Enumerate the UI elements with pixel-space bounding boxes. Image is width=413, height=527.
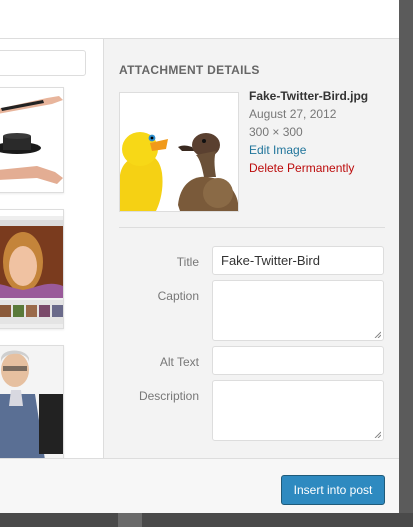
ducks-image [120, 93, 238, 211]
backdrop-right [399, 0, 413, 527]
alt-text-label: Alt Text [159, 355, 199, 369]
resize-grip-icon[interactable] [373, 430, 381, 438]
title-field[interactable]: Fake-Twitter-Bird [212, 246, 384, 275]
attachment-thumbnail[interactable] [0, 209, 64, 329]
attachment-meta: Fake-Twitter-Bird.jpg August 27, 2012 30… [249, 87, 389, 177]
backdrop-tab [118, 513, 142, 527]
man-at-computer-image [0, 346, 63, 458]
delete-permanently-link[interactable]: Delete Permanently [249, 159, 389, 177]
media-modal: ATTACHMENT DETAILS Fake-Twitter-Bird.jpg… [0, 0, 399, 513]
media-library [0, 39, 104, 458]
description-textarea[interactable] [212, 380, 384, 441]
attachment-thumbnail[interactable] [0, 87, 64, 193]
backdrop-bottom [0, 513, 413, 527]
alt-text-field[interactable] [212, 346, 384, 375]
attachment-details-heading: ATTACHMENT DETAILS [119, 63, 260, 77]
insert-into-post-button[interactable]: Insert into post [281, 475, 385, 505]
magic-hat-image [0, 88, 63, 192]
title-label: Title [176, 255, 199, 269]
search-input[interactable] [0, 50, 86, 76]
resize-grip-icon[interactable] [373, 330, 381, 338]
modal-header [0, 0, 399, 39]
details-separator [119, 227, 385, 228]
attachment-details-panel: ATTACHMENT DETAILS Fake-Twitter-Bird.jpg… [104, 39, 399, 458]
attachment-filename: Fake-Twitter-Bird.jpg [249, 89, 369, 103]
modal-footer: Insert into post [0, 458, 399, 513]
attachment-date: August 27, 2012 [249, 107, 337, 121]
description-label: Description [138, 389, 199, 403]
attachment-thumbnail[interactable] [0, 345, 64, 458]
attachment-dimensions: 300 × 300 [249, 125, 303, 139]
caption-label: Caption [157, 289, 199, 303]
webcam-girl-image [0, 210, 63, 328]
attachment-preview [119, 92, 239, 212]
edit-image-link[interactable]: Edit Image [249, 141, 389, 159]
caption-textarea[interactable] [212, 280, 384, 341]
